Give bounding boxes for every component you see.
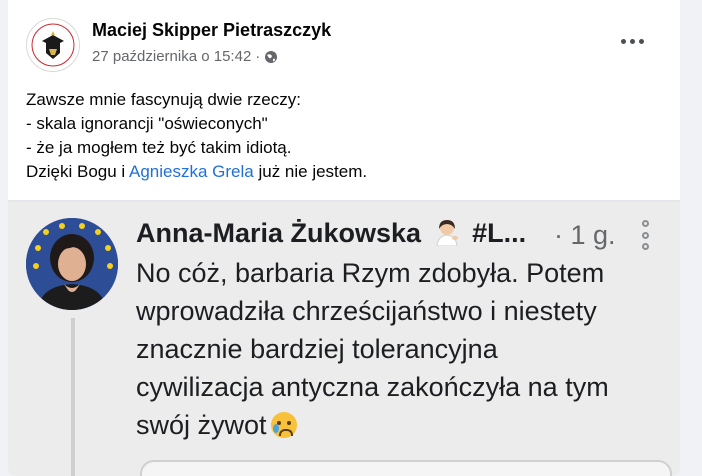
comment-name-suffix: #L... bbox=[472, 218, 527, 248]
reply-box bbox=[140, 460, 672, 476]
comment-text: No cóż, barbaria Rzym zdobyła. Potem wpr… bbox=[136, 254, 676, 444]
post-text-fragment: już nie jestem. bbox=[253, 162, 368, 181]
comment-text-line: wprowadziła chrześcijaństwo i niestety bbox=[136, 296, 597, 326]
post-card: Maciej Skipper Pietraszczyk 27 październ… bbox=[8, 0, 680, 476]
dot-icon bbox=[620, 38, 626, 44]
meta-separator: · bbox=[255, 48, 261, 65]
comment-author-name: Anna-Maria Żukowska bbox=[136, 218, 422, 248]
post-text-last-line: Dzięki Bogu i Agnieszka Grela już nie je… bbox=[26, 160, 666, 184]
post-text-line: - skala ignorancji "oświeconych" bbox=[26, 114, 268, 133]
globe-icon[interactable] bbox=[264, 50, 278, 64]
post-text-line: Zawsze mnie fascynują dwie rzeczy: bbox=[26, 90, 301, 109]
comment-options-button bbox=[638, 220, 652, 250]
comment-time: · 1 g. bbox=[554, 220, 616, 250]
post-author-name[interactable]: Maciej Skipper Pietraszczyk bbox=[92, 20, 331, 41]
comment-text-line: cywilizacja antyczna zakończyła na tym bbox=[136, 372, 609, 402]
thread-line bbox=[71, 318, 75, 476]
crying-face-icon bbox=[270, 412, 297, 438]
page-avatar[interactable] bbox=[26, 18, 80, 72]
post-text-fragment: Dzięki Bogu i bbox=[26, 162, 129, 181]
mention-link[interactable]: Agnieszka Grela bbox=[129, 162, 254, 181]
dot-icon bbox=[638, 38, 644, 44]
avatar-photo-icon bbox=[26, 218, 118, 310]
eagle-logo-icon bbox=[28, 20, 78, 70]
comment-text-last-line: swój żywot bbox=[136, 406, 676, 444]
post-options-button[interactable] bbox=[612, 26, 652, 56]
dot-icon bbox=[641, 220, 649, 227]
comment-author[interactable]: Anna-Maria Żukowska #L... bbox=[136, 218, 526, 249]
tear-icon bbox=[272, 424, 279, 433]
post-text: Zawsze mnie fascynują dwie rzeczy: - ska… bbox=[26, 88, 666, 184]
embedded-comment-screenshot[interactable]: Anna-Maria Żukowska #L... · 1 g. No cóż,… bbox=[8, 202, 680, 476]
post-timestamp[interactable]: 27 października o 15:42 bbox=[92, 48, 251, 65]
post-text-line: - że ja mogłem też być takim idiotą. bbox=[26, 138, 292, 157]
comment-text-fragment: swój żywot bbox=[136, 410, 267, 440]
woman-tipping-hand-icon bbox=[436, 220, 458, 247]
dot-icon bbox=[641, 231, 649, 239]
post-header: Maciej Skipper Pietraszczyk 27 październ… bbox=[8, 0, 680, 80]
feed-background bbox=[680, 0, 702, 476]
comment-text-line: No cóż, barbaria Rzym zdobyła. Potem bbox=[136, 258, 605, 288]
dot-icon bbox=[641, 243, 649, 250]
dot-icon bbox=[629, 38, 635, 44]
post-meta: 27 października o 15:42 · bbox=[92, 48, 278, 65]
comment-text-line: znacznie bardziej tolerancyjna bbox=[136, 334, 498, 364]
comment-avatar bbox=[26, 218, 118, 310]
